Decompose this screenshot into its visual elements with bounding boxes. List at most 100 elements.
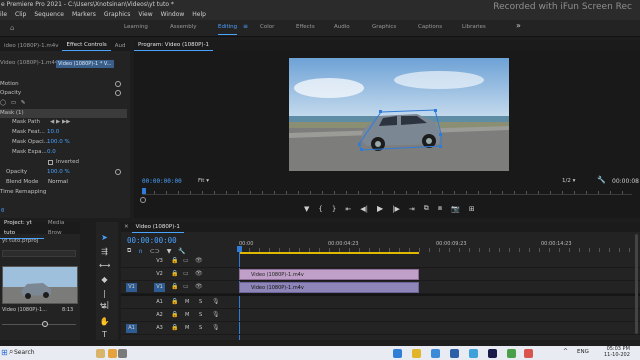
mask-row[interactable]: Mask (1): [0, 109, 127, 118]
time-remapping-row[interactable]: Time Remapping: [0, 188, 127, 197]
track-name[interactable]: V1: [154, 283, 165, 292]
marker-icon[interactable]: ▼: [304, 205, 309, 213]
clip-thumbnail[interactable]: [2, 266, 78, 304]
sync-icon[interactable]: ▭: [183, 257, 189, 264]
menu-sequence[interactable]: Sequence: [34, 10, 64, 20]
workspace-editing[interactable]: Editing: [218, 24, 238, 35]
solo-button[interactable]: S: [199, 299, 202, 305]
workspace-color[interactable]: Color: [260, 24, 274, 30]
lock-icon[interactable]: 🔒: [171, 298, 178, 305]
mask-expansion-value[interactable]: 0.0: [47, 148, 56, 157]
program-playhead[interactable]: [142, 188, 146, 194]
workspace-assembly[interactable]: Assembly: [170, 24, 197, 30]
clock[interactable]: 05:03 PM 11-10-202: [604, 346, 630, 358]
mark-out-icon[interactable]: }: [332, 205, 336, 213]
step-back-icon[interactable]: ◀|: [360, 205, 368, 213]
program-scrub-bar[interactable]: [142, 191, 632, 195]
menu-file[interactable]: ile: [0, 10, 7, 20]
tab-project[interactable]: Project: yt tuto: [0, 218, 44, 239]
timeline-timecode[interactable]: 00:00:00:00: [127, 236, 177, 245]
workspace-more-button[interactable]: »: [516, 21, 521, 30]
track-name[interactable]: V2: [154, 270, 165, 279]
mute-button[interactable]: M: [185, 325, 189, 331]
tab-media-browser[interactable]: Media Brow: [44, 218, 80, 238]
selection-tool-icon[interactable]: ➤: [99, 232, 110, 243]
workspace-effects[interactable]: Effects: [296, 24, 315, 30]
source-patch[interactable]: V1: [126, 283, 137, 292]
clip-header[interactable]: Video (1080P)-1 * V...: [56, 60, 114, 68]
mask-feather-value[interactable]: 10.0: [47, 128, 59, 137]
sync-icon[interactable]: ▭: [183, 283, 189, 290]
camera-icon[interactable]: 📷: [451, 205, 460, 213]
close-icon[interactable]: ✕: [121, 224, 132, 230]
timeline-vertical-scrollbar[interactable]: [635, 234, 638, 334]
linked-selection-icon[interactable]: ⊂⊃: [150, 248, 160, 255]
ellipse-mask-icon[interactable]: ◯: [0, 100, 6, 106]
add-marker-icon[interactable]: ▼: [167, 248, 172, 255]
app-icon[interactable]: [507, 349, 516, 358]
type-tool-icon[interactable]: T: [99, 329, 110, 340]
workspace-menu-icon[interactable]: ≡: [243, 23, 248, 30]
search-icon[interactable]: ⌕: [9, 347, 13, 357]
eye-icon[interactable]: 👁: [195, 257, 203, 264]
file-explorer-icon[interactable]: [412, 349, 421, 358]
edge-icon[interactable]: [393, 349, 402, 358]
program-timecode[interactable]: 00:00:00:00: [142, 178, 182, 185]
overwrite-icon[interactable]: ⧈: [438, 204, 442, 213]
microphone-icon[interactable]: 🎙: [212, 311, 220, 318]
mute-button[interactable]: M: [185, 312, 189, 318]
go-to-out-icon[interactable]: ⇥: [409, 205, 415, 213]
track-name[interactable]: A1: [154, 298, 165, 307]
step-forward-icon[interactable]: |▶: [392, 205, 400, 213]
tray-arrow-icon[interactable]: ^: [563, 348, 568, 355]
menu-clip[interactable]: Clip: [15, 10, 26, 20]
button-editor-icon[interactable]: ⊞: [469, 205, 475, 213]
mask-feather-row[interactable]: Mask Feat... 10.0: [0, 128, 127, 137]
store-icon[interactable]: [431, 349, 440, 358]
work-area-bar[interactable]: [239, 252, 419, 254]
premiere-icon[interactable]: [488, 349, 497, 358]
project-search-input[interactable]: [2, 250, 76, 257]
resolution-select[interactable]: 1/2 ▾: [562, 178, 575, 184]
track-name[interactable]: V3: [154, 257, 165, 266]
ripple-edit-icon[interactable]: ⟷: [99, 260, 110, 271]
reset-icon[interactable]: [115, 169, 121, 175]
opacity-row[interactable]: Opacity 100.0 %: [0, 168, 127, 177]
eye-icon[interactable]: 👁: [195, 283, 203, 290]
wrench-icon[interactable]: 🔧: [597, 176, 606, 184]
hand-tool-icon[interactable]: ✋: [99, 316, 110, 327]
lock-icon[interactable]: 🔒: [171, 257, 178, 264]
workspace-audio[interactable]: Audio: [334, 24, 350, 30]
video-frame[interactable]: [289, 58, 509, 171]
program-monitor-tab[interactable]: Program: Video (1080P)-1: [134, 40, 640, 51]
recorder-icon[interactable]: [524, 349, 533, 358]
source-patch[interactable]: A1: [126, 324, 137, 333]
home-icon[interactable]: ⌂: [10, 24, 14, 32]
go-to-in-icon[interactable]: ⇤: [345, 205, 351, 213]
opacity-section-row[interactable]: Opacity: [0, 89, 127, 98]
reset-icon[interactable]: [115, 90, 121, 96]
zoom-handle[interactable]: [140, 197, 146, 203]
mask-opacity-value[interactable]: 100.0 %: [47, 138, 70, 147]
mask-opacity-row[interactable]: Mask Opaci... 100.0 %: [0, 138, 127, 147]
slip-icon[interactable]: |↔|: [99, 288, 110, 309]
solo-button[interactable]: S: [199, 312, 202, 318]
snap-icon[interactable]: ∩: [138, 248, 142, 255]
timeline-clip-v2[interactable]: Video (1080P)-1.m4v: [239, 269, 419, 280]
fit-select[interactable]: Fit ▾: [198, 178, 209, 184]
start-icon[interactable]: ⊞: [1, 348, 8, 357]
menu-graphics[interactable]: Graphics: [104, 10, 131, 20]
project-zoom-slider[interactable]: [2, 324, 76, 325]
mute-button[interactable]: M: [185, 299, 189, 305]
microphone-icon[interactable]: 🎙: [212, 298, 220, 305]
app-icon[interactable]: [469, 349, 478, 358]
reset-icon[interactable]: [115, 81, 121, 87]
language-indicator[interactable]: ENG: [577, 349, 589, 355]
pen-mask-icon[interactable]: ✎: [21, 100, 26, 106]
timeline-settings-icon[interactable]: 🔧: [178, 248, 185, 255]
track-select-icon[interactable]: ⇶: [99, 246, 110, 257]
tab-effect-controls[interactable]: Effect Controls: [62, 40, 111, 51]
workspace-graphics[interactable]: Graphics: [372, 24, 396, 30]
timeline-clip-v1[interactable]: Video (1080P)-1.m4v: [239, 282, 419, 293]
insert-icon[interactable]: ⧉: [424, 204, 429, 213]
